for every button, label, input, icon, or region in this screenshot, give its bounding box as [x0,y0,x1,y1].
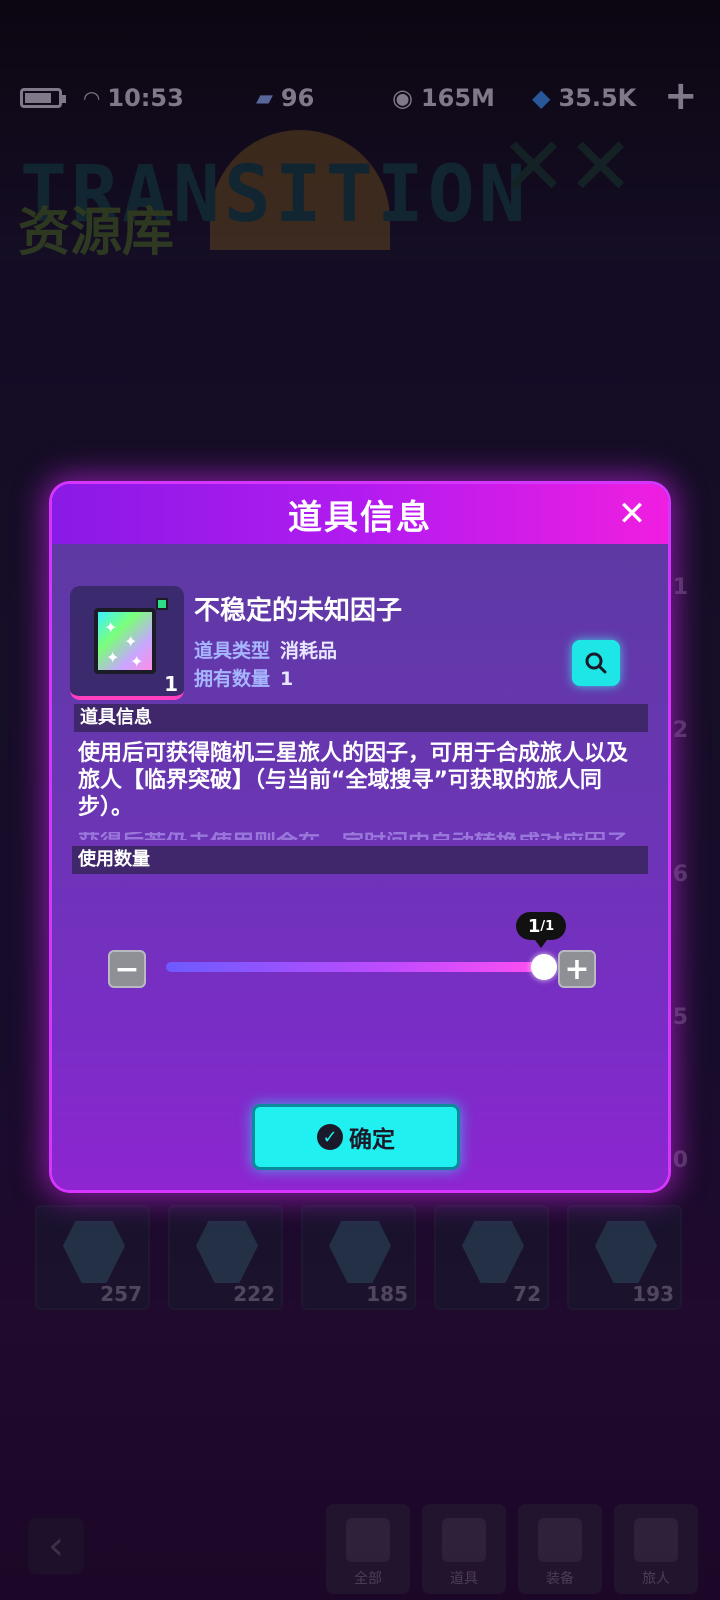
item-type-value: 消耗品 [280,640,338,662]
section-quantity: 使用数量 [72,846,648,874]
owned-row: 拥有数量 1 [194,664,293,691]
quantity-max: /1 [540,918,555,934]
quantity-slider-thumb[interactable] [531,954,557,980]
increase-button[interactable]: + [558,950,596,988]
close-button[interactable]: ✕ [614,494,650,534]
bubble-icon [156,598,168,610]
modal-title: 道具信息 [288,497,432,538]
confirm-label: 确定 [349,1127,395,1153]
item-description: 使用后可获得随机三星旅人的因子，可用于合成旅人以及旅人【临界突破】（与当前“全域… [78,741,629,820]
search-icon [585,652,607,674]
item-description-more[interactable]: 获得后若仍未使用则会在一定时间内自动转换成对应因子 [78,832,648,840]
sparkle-icon: ✦ [130,652,144,671]
modal-header: 道具信息 ✕ [52,484,668,544]
owned-label: 拥有数量 [194,668,271,690]
item-name: 不稳定的未知因子 [194,596,403,626]
rainbow-factor-icon: ✦ ✦ ✦ ✦ [94,598,168,674]
quantity-tooltip: 1/1 [516,912,566,948]
check-icon: ✓ [317,1124,343,1150]
sparkle-icon: ✦ [104,618,118,637]
item-info-modal: 道具信息 ✕ ✦ ✦ ✦ ✦ 1 不稳定的未知因子 道具类型 消耗品 拥有数量 1 … [52,484,668,1190]
quantity-value: 1 [527,915,541,937]
close-icon: ✕ [617,494,647,534]
search-button[interactable] [572,640,620,686]
item-type-label: 道具类型 [194,640,271,662]
quantity-slider-track[interactable] [166,962,544,972]
sparkle-icon: ✦ [106,648,120,667]
plus-icon: + [564,951,590,987]
owned-value: 1 [280,668,294,690]
item-type-row: 道具类型 消耗品 [194,636,337,663]
confirm-button[interactable]: ✓ 确定 [252,1104,460,1170]
sparkle-icon: ✦ [124,632,138,651]
section-item-info: 道具信息 [74,704,648,732]
item-icon-frame: ✦ ✦ ✦ ✦ 1 [70,586,184,700]
decrease-button[interactable]: − [108,950,146,988]
item-icon-count: 1 [164,672,178,696]
minus-icon: − [114,951,140,987]
